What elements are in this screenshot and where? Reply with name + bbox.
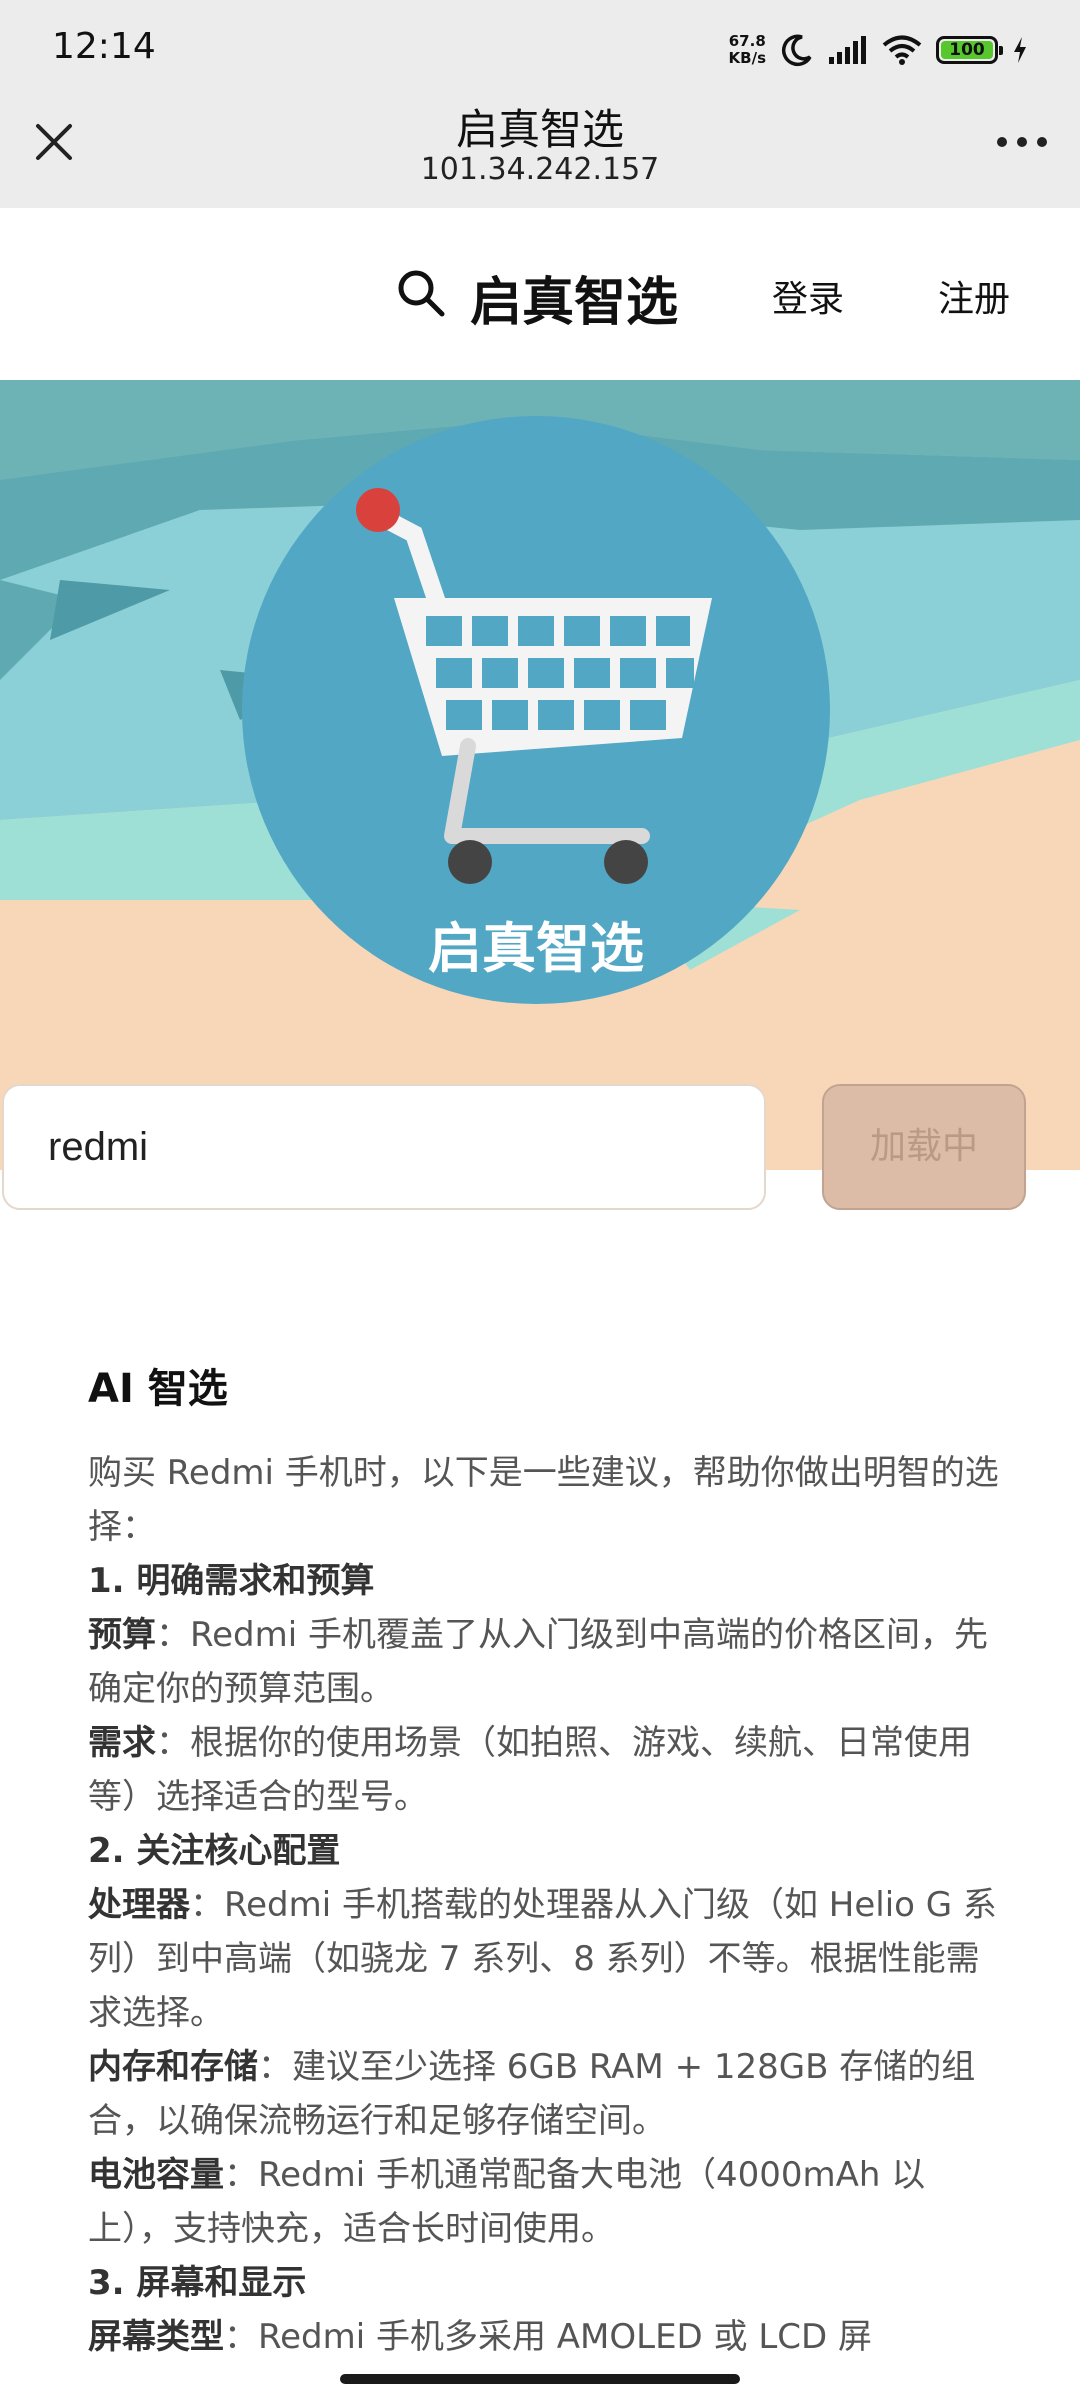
site-header: 启真智选 登录 注册: [0, 208, 1080, 380]
ai-result-card: AI 智选 购买 Redmi 手机时，以下是一些建议，帮助你做出明智的选择： 1…: [0, 1266, 1080, 2400]
search-button[interactable]: 加载中: [822, 1084, 1026, 1210]
battery-icon: 100: [936, 36, 1003, 64]
list-item: 屏幕类型：Redmi 手机多采用 AMOLED 或 LCD 屏: [88, 2317, 873, 2357]
list-item: 电池容量：Redmi 手机通常配备大电池（4000mAh 以上），支持快充，适合…: [88, 2155, 926, 2249]
result-title: AI 智选: [88, 1366, 228, 1412]
logo-text: 启真智选: [428, 917, 644, 980]
status-time: 12:14: [52, 26, 156, 67]
browser-title: 启真智选: [455, 105, 624, 154]
result-intro: 购买 Redmi 手机时，以下是一些建议，帮助你做出明智的选择：: [88, 1453, 999, 1547]
network-speed: 67.8 KB/s: [728, 32, 766, 67]
list-item: 预算：Redmi 手机覆盖了从入门级到中高端的价格区间，先确定你的预算范围。: [88, 1615, 988, 1709]
charging-icon: [1014, 37, 1026, 63]
wifi-icon: [882, 35, 922, 65]
logo: 启真智选: [242, 416, 830, 1004]
list-item: 需求：根据你的使用场景（如拍照、游戏、续航、日常使用等）选择适合的型号。: [88, 1723, 972, 1817]
hero-banner: 启真智选: [0, 380, 1080, 1170]
search-icon[interactable]: [396, 268, 446, 318]
status-icons: 67.8 KB/s 100: [729, 28, 1028, 72]
list-item: 内存和存储：建议至少选择 6GB RAM + 128GB 存储的组合，以确保流畅…: [88, 2047, 976, 2141]
section-heading: 3. 屏幕和显示: [88, 2263, 307, 2303]
result-body: 购买 Redmi 手机时，以下是一些建议，帮助你做出明智的选择： 1. 明确需求…: [88, 1446, 1008, 2364]
section-heading: 2. 关注核心配置: [88, 1831, 341, 1871]
site-brand[interactable]: 启真智选: [470, 260, 678, 335]
signal-icon: [829, 36, 866, 64]
moon-icon: [781, 34, 812, 67]
more-icon[interactable]: [994, 134, 1050, 150]
browser-url: 101.34.242.157: [420, 152, 660, 187]
browser-bar: 启真智选 101.34.242.157: [0, 96, 1080, 208]
section-heading: 1. 明确需求和预算: [88, 1561, 375, 1601]
search-input[interactable]: redmi: [2, 1084, 766, 1210]
home-indicator[interactable]: [340, 2374, 740, 2384]
register-link[interactable]: 注册: [938, 270, 1010, 322]
login-link[interactable]: 登录: [772, 270, 844, 322]
status-bar: 12:14 67.8 KB/s 100: [0, 0, 1080, 96]
list-item: 处理器：Redmi 手机搭载的处理器从入门级（如 Helio G 系列）到中高端…: [88, 1885, 997, 2033]
